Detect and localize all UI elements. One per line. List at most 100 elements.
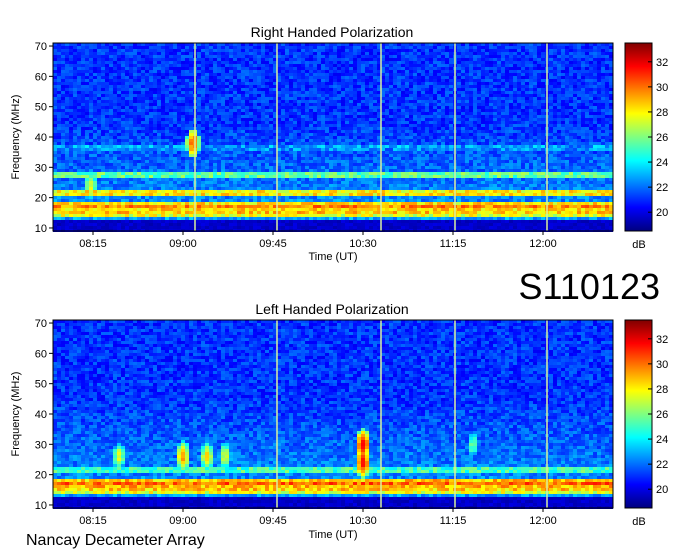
heatmap-cell bbox=[409, 121, 413, 124]
heatmap-cell bbox=[253, 61, 257, 64]
heatmap-cell bbox=[177, 82, 181, 85]
heatmap-cell bbox=[289, 106, 293, 109]
heatmap-cell bbox=[533, 133, 537, 136]
heatmap-cell bbox=[609, 79, 613, 82]
heatmap-cell bbox=[205, 115, 209, 118]
heatmap-cell bbox=[385, 124, 389, 127]
heatmap-cell bbox=[421, 88, 425, 91]
heatmap-cell bbox=[489, 61, 493, 64]
heatmap-cell bbox=[405, 82, 409, 85]
heatmap-cell bbox=[285, 67, 289, 70]
heatmap-cell bbox=[105, 109, 109, 112]
heatmap-cell bbox=[385, 67, 389, 70]
heatmap-cell bbox=[213, 67, 217, 70]
heatmap-cell bbox=[221, 118, 225, 121]
heatmap-cell bbox=[405, 52, 409, 55]
heatmap-cell bbox=[317, 124, 321, 127]
heatmap-cell bbox=[249, 52, 253, 55]
heatmap-cell bbox=[233, 52, 237, 55]
heatmap-cell bbox=[457, 49, 461, 52]
heatmap-cell bbox=[609, 61, 613, 64]
heatmap-cell bbox=[177, 61, 181, 64]
heatmap-cell bbox=[397, 127, 401, 130]
heatmap-cell bbox=[81, 121, 85, 124]
heatmap-cell bbox=[97, 82, 101, 85]
heatmap-cell bbox=[225, 58, 229, 61]
heatmap-cell bbox=[497, 70, 501, 73]
heatmap-cell bbox=[265, 145, 269, 148]
heatmap-cell bbox=[517, 94, 521, 97]
heatmap-cell bbox=[437, 55, 441, 58]
heatmap-cell bbox=[321, 82, 325, 85]
heatmap-cell bbox=[577, 76, 581, 79]
heatmap-cell bbox=[361, 67, 365, 70]
heatmap-cell bbox=[445, 58, 449, 61]
heatmap-cell bbox=[441, 85, 445, 88]
heatmap-cell bbox=[521, 133, 525, 136]
heatmap-cell bbox=[481, 136, 485, 139]
heatmap-cell bbox=[557, 55, 561, 58]
heatmap-cell bbox=[541, 139, 545, 142]
heatmap-cell bbox=[197, 121, 201, 124]
heatmap-cell bbox=[305, 52, 309, 55]
heatmap-cell bbox=[501, 76, 505, 79]
heatmap-cell bbox=[353, 118, 357, 121]
heatmap-cell bbox=[329, 85, 333, 88]
heatmap-cell bbox=[413, 88, 417, 91]
heatmap-cell bbox=[577, 58, 581, 61]
heatmap-cell bbox=[313, 127, 317, 130]
heatmap-cell bbox=[97, 70, 101, 73]
heatmap-cell bbox=[409, 49, 413, 52]
heatmap-cell bbox=[529, 121, 533, 124]
heatmap-cell bbox=[485, 73, 489, 76]
heatmap-cell bbox=[609, 145, 613, 148]
heatmap-cell bbox=[121, 109, 125, 112]
heatmap-cell bbox=[577, 106, 581, 109]
heatmap-cell bbox=[405, 115, 409, 118]
heatmap-cell bbox=[225, 97, 229, 100]
heatmap-cell bbox=[417, 55, 421, 58]
heatmap-cell bbox=[521, 76, 525, 79]
heatmap-cell bbox=[77, 79, 81, 82]
heatmap-cell bbox=[261, 127, 265, 130]
heatmap-cell bbox=[157, 142, 161, 145]
heatmap-cell bbox=[517, 100, 521, 103]
heatmap-cell bbox=[197, 73, 201, 76]
heatmap-cell bbox=[481, 100, 485, 103]
heatmap-cell bbox=[93, 142, 97, 145]
heatmap-cell bbox=[353, 79, 357, 82]
heatmap-cell bbox=[429, 124, 433, 127]
heatmap-cell bbox=[365, 61, 369, 64]
heatmap-cell bbox=[269, 106, 273, 109]
heatmap-cell bbox=[369, 79, 373, 82]
heatmap-cell bbox=[397, 64, 401, 67]
heatmap-cell bbox=[533, 130, 537, 133]
heatmap-cell bbox=[357, 127, 361, 130]
heatmap-cell bbox=[533, 118, 537, 121]
heatmap-cell bbox=[325, 52, 329, 55]
heatmap-cell bbox=[325, 58, 329, 61]
heatmap-cell bbox=[77, 49, 81, 52]
heatmap-cell bbox=[141, 88, 145, 91]
heatmap-cell bbox=[225, 121, 229, 124]
heatmap-cell bbox=[217, 76, 221, 79]
heatmap-cell bbox=[517, 121, 521, 124]
heatmap-cell bbox=[73, 121, 77, 124]
heatmap-cell bbox=[177, 58, 181, 61]
heatmap-cell bbox=[225, 136, 229, 139]
heatmap-cell bbox=[129, 58, 133, 61]
heatmap-cell bbox=[133, 55, 137, 58]
heatmap-cell bbox=[113, 64, 117, 67]
heatmap-cell bbox=[241, 52, 245, 55]
heatmap-cell bbox=[261, 139, 265, 142]
heatmap-cell bbox=[325, 55, 329, 58]
heatmap-cell bbox=[153, 100, 157, 103]
heatmap-cell bbox=[461, 49, 465, 52]
heatmap-cell bbox=[469, 118, 473, 121]
heatmap-cell bbox=[221, 52, 225, 55]
heatmap-cell bbox=[369, 112, 373, 115]
heatmap-cell bbox=[77, 67, 81, 70]
heatmap-cell bbox=[189, 85, 193, 88]
heatmap-cell bbox=[397, 76, 401, 79]
heatmap-cell bbox=[593, 103, 597, 106]
